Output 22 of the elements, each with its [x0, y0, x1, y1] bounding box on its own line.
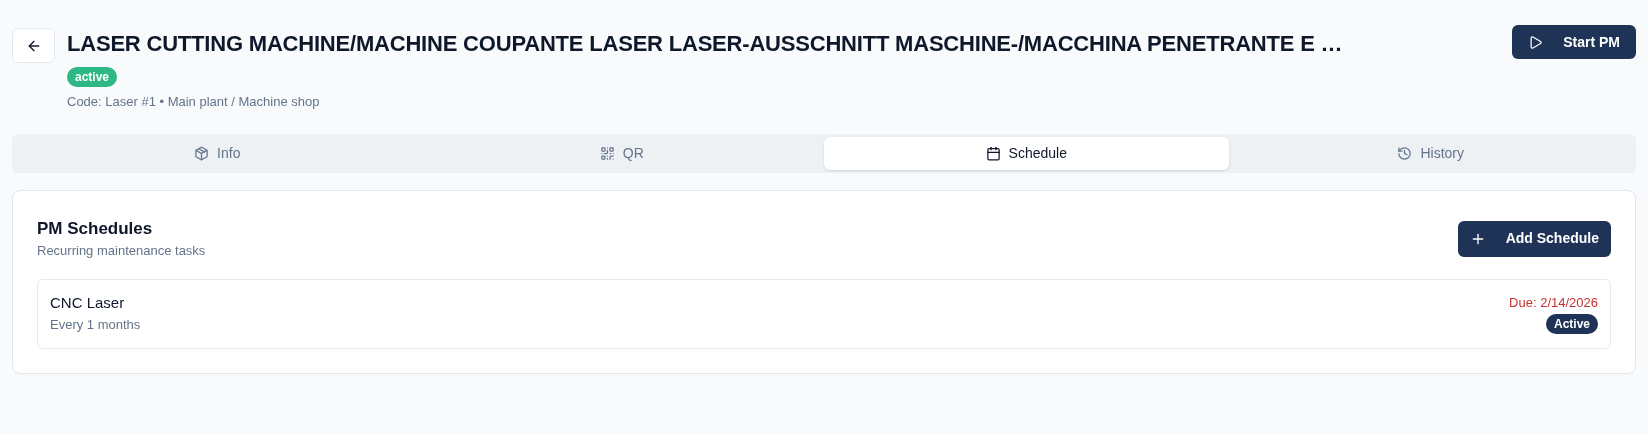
page-title: LASER CUTTING MACHINE/MACHINE COUPANTE LASER LASER-AUSSCHNITT MASCHINE-/MACCHINA PENETRANTE E …: [67, 30, 1344, 58]
card-subtitle: Recurring maintenance tasks: [37, 241, 206, 260]
status-badge: active: [67, 67, 118, 87]
package-icon: [194, 145, 210, 161]
add-schedule-button[interactable]: Add Schedule: [1457, 220, 1611, 257]
asset-details: Code: Laser #1 • Main plant / Machine shop: [67, 93, 321, 111]
tab[interactable]: Schedule: [824, 136, 1229, 170]
tab[interactable]: History: [1228, 136, 1633, 170]
qr-code-icon: [599, 145, 615, 161]
back-button[interactable]: [12, 28, 55, 63]
history-icon: [1397, 145, 1413, 161]
calendar-icon: [985, 145, 1001, 161]
status-badge: Active: [1545, 314, 1598, 334]
schedule-name: CNC Laser: [50, 293, 126, 313]
schedule-item[interactable]: CNC Laser Every 1 months Due: 2/14/2026 Active: [37, 279, 1611, 349]
schedule-interval: Every 1 months: [50, 316, 141, 334]
tab[interactable]: Info: [15, 136, 420, 170]
due-date: Due: 2/14/2026: [1509, 294, 1598, 312]
tab[interactable]: QR: [419, 136, 824, 170]
card-title: PM Schedules: [37, 217, 154, 240]
start-pm-button[interactable]: Start PM: [1512, 25, 1636, 59]
play-icon: [1528, 34, 1544, 50]
